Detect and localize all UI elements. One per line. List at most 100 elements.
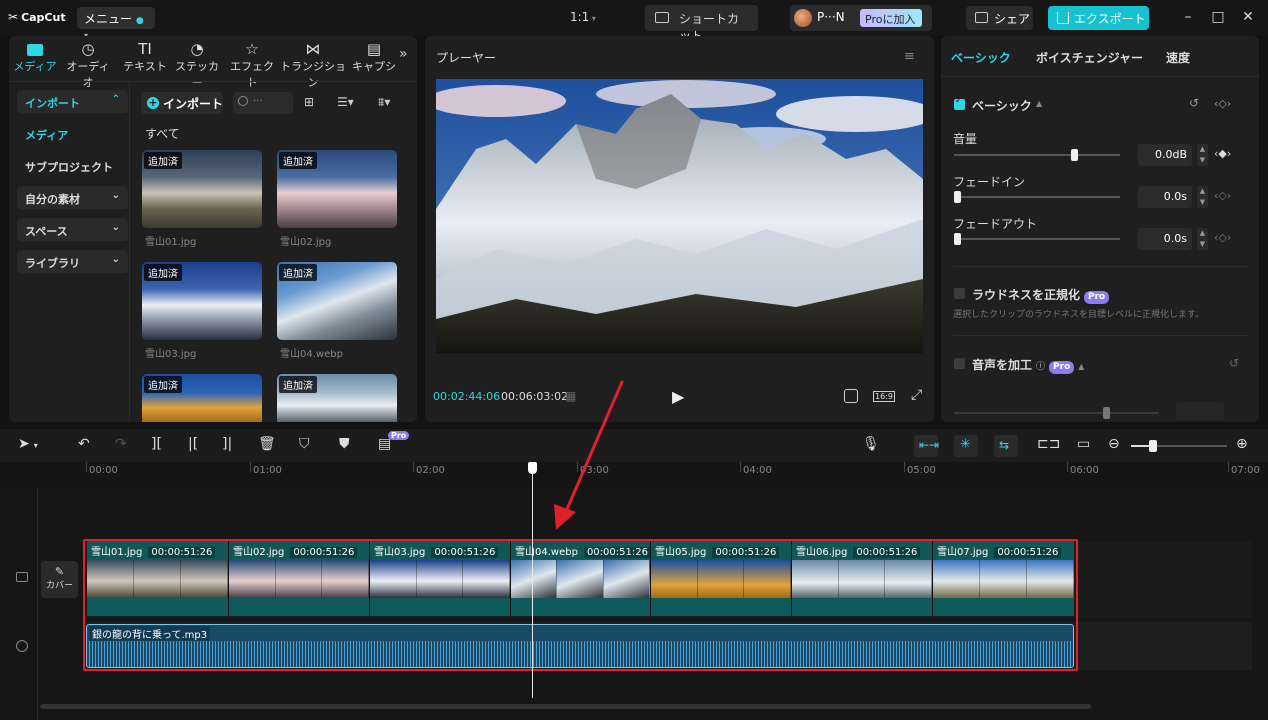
pro-badge: Pro (1084, 291, 1110, 304)
fade-out-value[interactable]: 0.0s (1138, 228, 1192, 250)
zoom-knob[interactable] (1149, 440, 1157, 452)
zoom-in-icon[interactable]: ⊕ (1236, 436, 1248, 452)
grid-view-icon[interactable]: ⊞ (304, 95, 314, 109)
tab-caption[interactable]: ▤ キャプシ (349, 40, 399, 74)
fade-in-knob[interactable] (954, 191, 961, 203)
user-pro-area[interactable]: P···N Proに加入 (790, 5, 932, 31)
media-thumb[interactable]: 追加済 (142, 262, 262, 340)
shortcut-button[interactable]: ショートカット (645, 5, 758, 43)
fade-in-slider[interactable] (954, 196, 1120, 198)
maximize-icon[interactable]: □ (1211, 10, 1225, 24)
microphone-icon[interactable]: 🎙 (862, 436, 880, 452)
fade-out-knob[interactable] (954, 233, 961, 245)
search-input[interactable]: ··· (233, 92, 293, 114)
export-button[interactable]: エクスポート (1048, 6, 1149, 30)
preview-icon[interactable]: ▭ (1077, 436, 1090, 452)
fit-icon[interactable] (844, 389, 858, 403)
fullscreen-icon[interactable]: ⤢ (911, 387, 922, 403)
help-icon[interactable]: ⓘ (1036, 362, 1045, 372)
delete-icon[interactable]: 🗑 (258, 436, 276, 452)
tab-voice-changer[interactable]: ボイスチェンジャー (1036, 49, 1143, 66)
volume-slider[interactable] (954, 154, 1120, 156)
fade-in-value[interactable]: 0.0s (1138, 186, 1192, 208)
play-icon[interactable]: ▶ (672, 387, 684, 406)
tab-sticker[interactable]: ◔ ステッカー (171, 40, 223, 90)
sidebar-item-subproject[interactable]: サブプロジェクト (17, 154, 128, 177)
snap-toggle[interactable]: ✳ (954, 435, 978, 457)
fade-out-stepper[interactable]: ▲ ▼ (1197, 228, 1208, 250)
tab-speed[interactable]: 速度 (1166, 49, 1190, 66)
media-thumb[interactable]: 追加済 (277, 262, 397, 340)
keyframe-icon[interactable]: ‹◇› (1214, 97, 1231, 110)
magnet-toggle[interactable]: ⇤⇥ (914, 435, 939, 457)
collapse-icon[interactable]: ▲ (1036, 99, 1042, 108)
pro-join-button[interactable]: Proに加入 (860, 9, 922, 27)
voice-checkbox[interactable] (954, 358, 965, 369)
horizontal-scrollbar[interactable] (40, 704, 1091, 709)
shield-icon[interactable]: ⛊ (339, 436, 350, 452)
sidebar-item-label: インポート (25, 97, 80, 110)
zoom-out-icon[interactable]: ⊖ (1108, 436, 1120, 452)
volume-stepper[interactable]: ▲ ▼ (1197, 144, 1208, 166)
tab-effect[interactable]: ☆ エフェクト (226, 40, 278, 90)
share-button[interactable]: シェア (966, 6, 1033, 30)
video-track-icon (16, 572, 28, 582)
export-label: エクスポート (1074, 12, 1146, 26)
sidebar-item-my-materials[interactable]: 自分の素材 ⌄ (17, 186, 128, 209)
media-thumb[interactable]: 追加済 (277, 150, 397, 228)
player-video[interactable] (436, 79, 923, 353)
more-tabs-icon[interactable]: » (399, 46, 408, 62)
import-button[interactable]: + インポート (141, 92, 223, 114)
media-thumb[interactable]: 追加済 (142, 374, 262, 422)
marker-icon[interactable]: ⛉ (299, 436, 310, 452)
effect-icon: ☆ (245, 40, 259, 58)
minimize-icon[interactable]: – (1181, 10, 1195, 24)
sort-icon[interactable]: ☰▾ (337, 95, 354, 109)
sidebar-item-media[interactable]: メディア (17, 122, 128, 145)
ratio-selector[interactable]: 1:1 ▾ (570, 10, 596, 24)
reset-icon[interactable]: ↺ (1189, 96, 1199, 110)
tab-audio[interactable]: ◷ オーディオ (62, 40, 114, 90)
loudness-checkbox[interactable] (954, 288, 965, 299)
reset-icon[interactable]: ↺ (1229, 356, 1239, 370)
basic-checkbox[interactable]: ✓ (954, 96, 965, 110)
share-label: シェア (994, 12, 1031, 26)
collapse-icon[interactable]: ▲ (1078, 362, 1084, 371)
sidebar-item-space[interactable]: スペース ⌄ (17, 218, 128, 241)
media-thumb[interactable]: 追加済 (277, 374, 397, 422)
ratio-badge[interactable]: 16:9 (873, 391, 895, 402)
playhead[interactable] (532, 462, 533, 698)
tab-text[interactable]: TI テキスト (119, 40, 171, 74)
close-icon[interactable]: ✕ (1241, 10, 1255, 24)
menu-button[interactable]: メニュー ● ▾ (77, 7, 155, 40)
sidebar-item-library[interactable]: ライブラリ ⌄ (17, 250, 128, 273)
split-left-icon[interactable]: |[ (188, 436, 198, 452)
select-tool-icon[interactable]: ➤ ▾ (18, 436, 38, 454)
media-thumb[interactable]: 追加済 (142, 150, 262, 228)
playhead-handle[interactable] (528, 462, 537, 474)
caption-icon: ▤ (366, 40, 382, 58)
link-toggle[interactable]: ⇆ (994, 435, 1018, 457)
filter-icon[interactable]: ⩩▾ (378, 95, 390, 110)
fade-out-slider[interactable] (954, 238, 1120, 240)
keyframe-icon[interactable]: ‹◆› (1214, 147, 1231, 160)
tab-media[interactable]: メディア (9, 40, 61, 74)
volume-value[interactable]: 0.0dB (1138, 144, 1192, 166)
tab-transition[interactable]: ⋈ トランジション (276, 40, 350, 90)
volume-label: 音量 (953, 132, 978, 146)
split-screen-icon[interactable]: ⊏⊐ (1037, 436, 1060, 452)
ruler-tick (1228, 462, 1229, 472)
cover-button[interactable]: ✎ カバー (41, 561, 78, 598)
tab-basic[interactable]: ベーシック (951, 49, 1011, 66)
menu-icon[interactable]: ≡ (904, 49, 915, 64)
avatar[interactable] (794, 9, 812, 27)
undo-icon[interactable]: ↶ (78, 436, 90, 452)
all-label: すべて (145, 127, 180, 141)
voice-slider (954, 412, 1159, 414)
fade-in-stepper[interactable]: ▲ ▼ (1197, 186, 1208, 208)
sidebar-item-import[interactable]: インポート ⌃ (17, 90, 128, 113)
volume-knob[interactable] (1071, 149, 1078, 161)
ruler-label: 04:00 (743, 465, 772, 476)
split-right-icon[interactable]: ]| (222, 436, 232, 452)
split-icon[interactable]: ][ (151, 436, 162, 452)
